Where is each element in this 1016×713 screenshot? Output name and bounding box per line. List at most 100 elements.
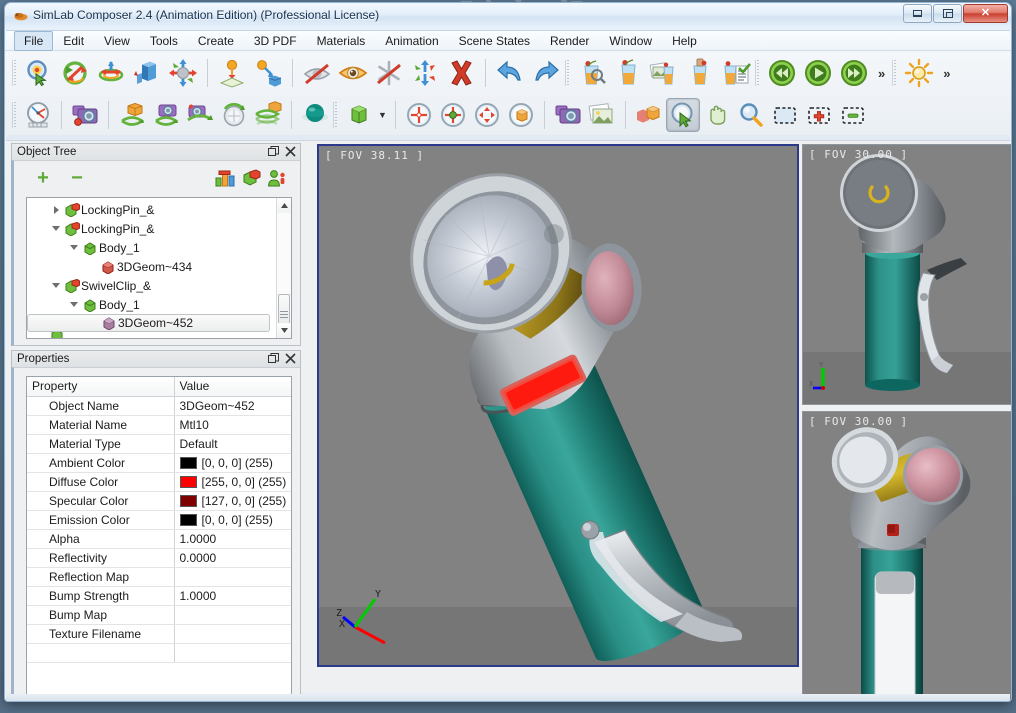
spiral-path-icon[interactable]	[251, 98, 285, 132]
material-list-icon[interactable]	[718, 55, 754, 91]
view-target-icon[interactable]	[402, 98, 436, 132]
toolbar-grip[interactable]	[892, 60, 899, 86]
undo-icon[interactable]	[492, 55, 528, 91]
tree-node-body-1a[interactable]: Body_1	[27, 238, 276, 257]
twisty-expanded-icon[interactable]	[49, 226, 63, 231]
place-object-icon[interactable]	[250, 55, 286, 91]
float-icon[interactable]	[268, 145, 279, 158]
camera-snapshot-icon[interactable]	[68, 98, 102, 132]
color-swatch[interactable]	[179, 456, 197, 469]
color-swatch[interactable]	[179, 475, 197, 488]
table-row[interactable]: Texture Filename	[27, 624, 291, 644]
light-settings-icon[interactable]	[901, 55, 937, 91]
property-value[interactable]: Default	[174, 434, 291, 454]
property-value[interactable]: 3DGeom~452	[174, 396, 291, 416]
menu-render[interactable]: Render	[540, 31, 599, 51]
rotate-view-icon[interactable]	[217, 98, 251, 132]
anim-play-icon[interactable]	[800, 55, 836, 91]
geometry-cube-icon[interactable]	[342, 98, 376, 132]
add-node-button[interactable]: +	[30, 165, 56, 191]
property-value[interactable]: 1.0000	[174, 529, 291, 549]
color-swatch[interactable]	[179, 513, 197, 526]
tree-node-lockingpin-2[interactable]: LockingPin_&	[27, 219, 276, 238]
menu-animation[interactable]: Animation	[375, 31, 448, 51]
table-row[interactable]: Bump Map	[27, 605, 291, 625]
menu-materials[interactable]: Materials	[307, 31, 376, 51]
side-viewport[interactable]: [ FOV 30.00 ]	[802, 411, 1011, 701]
property-value[interactable]	[174, 624, 291, 644]
drop-to-ground-icon[interactable]	[214, 55, 250, 91]
table-row[interactable]: Ambient Color [0, 0, 0] (255)	[27, 453, 291, 473]
material-pick-icon[interactable]	[682, 55, 718, 91]
group-objects-icon[interactable]	[212, 165, 238, 191]
table-row[interactable]: Diffuse Color [255, 0, 0] (255)	[27, 472, 291, 492]
select-object-icon[interactable]	[21, 55, 57, 91]
geometry-dropdown-arrow[interactable]: ▼	[376, 110, 389, 120]
hide-object-icon[interactable]	[299, 55, 335, 91]
scroll-down-icon[interactable]	[277, 323, 291, 338]
close-icon[interactable]	[285, 145, 296, 158]
toolbar-grip[interactable]	[12, 60, 18, 86]
view-pan-target-icon[interactable]	[470, 98, 504, 132]
object-node-icon[interactable]	[238, 165, 264, 191]
property-value[interactable]: Mtl10	[174, 415, 291, 435]
table-row[interactable]: Material Name Mtl10	[27, 415, 291, 435]
orbit-camera-icon[interactable]	[149, 98, 183, 132]
table-row[interactable]: Alpha 1.0000	[27, 529, 291, 549]
property-value[interactable]: 1.0000	[174, 586, 291, 606]
anim-rewind-icon[interactable]	[764, 55, 800, 91]
explode-object-icon[interactable]	[407, 55, 443, 91]
toolbar-grip[interactable]	[755, 60, 761, 86]
menu-file[interactable]: File	[14, 30, 54, 51]
delete-object-icon[interactable]	[443, 55, 479, 91]
view-front-icon[interactable]	[504, 98, 538, 132]
menu-create[interactable]: Create	[188, 31, 244, 51]
tree-node-geom-452[interactable]: 3DGeom~452	[27, 314, 270, 332]
close-button[interactable]: ✕	[963, 4, 1008, 23]
remove-node-button[interactable]: −	[64, 165, 90, 191]
twisty-collapsed-icon[interactable]	[49, 205, 63, 214]
close-icon[interactable]	[285, 352, 296, 365]
rotate-object-icon[interactable]	[57, 55, 93, 91]
render-image-icon[interactable]	[585, 98, 619, 132]
table-row[interactable]: Reflection Map	[27, 567, 291, 587]
remove-selection-icon[interactable]	[836, 98, 870, 132]
redo-icon[interactable]	[528, 55, 564, 91]
property-value-colored[interactable]: [0, 0, 0] (255)	[174, 453, 291, 473]
front-viewport[interactable]: [ FOV 30.00 ] Y X	[802, 144, 1011, 405]
toolbar-grip[interactable]	[333, 102, 339, 128]
property-value-colored[interactable]: [127, 0, 0] (255)	[174, 491, 291, 511]
table-row[interactable]: Emission Color [0, 0, 0] (255)	[27, 510, 291, 530]
anim-forward-icon[interactable]	[836, 55, 872, 91]
property-value-colored[interactable]: [255, 0, 0] (255)	[174, 472, 291, 492]
color-swatch[interactable]	[179, 494, 197, 507]
tree-node-partial[interactable]	[27, 332, 276, 338]
restore-button[interactable]	[933, 4, 962, 23]
move-object-icon[interactable]	[129, 55, 165, 91]
property-value[interactable]: 0.0000	[174, 548, 291, 568]
object-tree-list[interactable]: LockingPin_& LockingPin_& Body_1 3DGeom~…	[26, 197, 292, 339]
tree-node-lockingpin-1[interactable]: LockingPin_&	[27, 200, 276, 219]
table-row[interactable]: Object Name 3DGeom~452	[27, 396, 291, 416]
table-row[interactable]: Bump Strength 1.0000	[27, 586, 291, 606]
explode-view-icon[interactable]	[632, 98, 666, 132]
menu-3d-pdf[interactable]: 3D PDF	[244, 31, 307, 51]
menu-view[interactable]: View	[94, 31, 140, 51]
unfreeze-object-icon[interactable]	[371, 55, 407, 91]
menu-scene-states[interactable]: Scene States	[449, 31, 540, 51]
property-value-colored[interactable]: [0, 0, 0] (255)	[174, 510, 291, 530]
show-object-icon[interactable]	[335, 55, 371, 91]
compass-icon[interactable]	[21, 98, 55, 132]
minimize-button[interactable]	[903, 4, 932, 23]
twisty-expanded-icon[interactable]	[67, 302, 81, 307]
menu-edit[interactable]: Edit	[53, 31, 94, 51]
marquee-select-icon[interactable]	[768, 98, 802, 132]
tree-vertical-scrollbar[interactable]	[276, 198, 291, 338]
transform-object-icon[interactable]	[165, 55, 201, 91]
environment-sphere-icon[interactable]	[298, 98, 332, 132]
property-value[interactable]	[174, 605, 291, 625]
scale-object-icon[interactable]	[93, 55, 129, 91]
table-row[interactable]: Specular Color [127, 0, 0] (255)	[27, 491, 291, 511]
zoom-tool-icon[interactable]	[734, 98, 768, 132]
tree-node-body-1b[interactable]: Body_1	[27, 295, 276, 314]
